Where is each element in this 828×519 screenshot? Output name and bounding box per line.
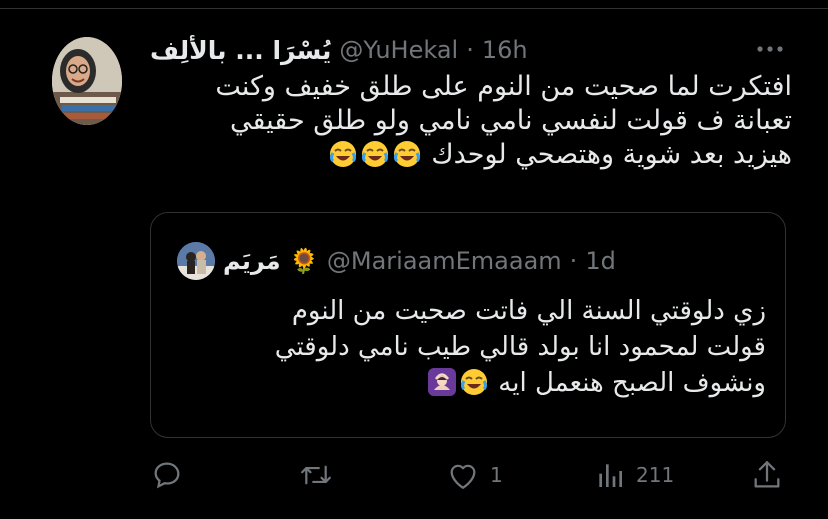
views-action[interactable]: 211 [594, 455, 674, 495]
tweet-text-line: افتكرت لما صحيت من النوم على طلق خفيف وك… [215, 71, 792, 102]
quoted-author-handle[interactable]: @MariaamEmaaam [327, 247, 562, 275]
tweet-text-line-content: هيزيد بعد شوية وهتصحي لوحدك [431, 139, 792, 170]
laughing-emoji-icon [327, 139, 359, 170]
tweet-text: افتكرت لما صحيت من النوم على طلق خفيف وك… [150, 70, 792, 172]
views-count: 211 [636, 463, 675, 487]
time-separator: · [466, 36, 474, 64]
heart-icon[interactable] [446, 459, 480, 491]
laughing-emoji-icon [458, 368, 490, 398]
reply-action[interactable] [150, 455, 194, 495]
tweet-actions: 1 211 [150, 455, 790, 495]
tweet-text-line: تعبانة ف قولت لنفسي نامي نامي ولو طلق حق… [229, 105, 792, 136]
tweet-time[interactable]: 16h [482, 36, 528, 64]
quoted-author-display-name[interactable]: مَريَم 🌻 [223, 247, 319, 275]
laughing-emoji-icon [391, 139, 423, 170]
author-handle[interactable]: @YuHekal [339, 36, 458, 64]
views-chart-icon[interactable] [594, 459, 626, 491]
like-action[interactable]: 1 [446, 455, 503, 495]
quoted-tweet-text: زي دلوقتي السنة الي فاتت صحيت من النوم ق… [171, 293, 766, 401]
person-gesturing-ok-emoji-icon [426, 368, 458, 398]
tweet-header: يُسْرَا ... بالألِف @YuHekal · 16h [150, 30, 750, 70]
quoted-time-separator: · [569, 247, 578, 275]
quoted-text-line-last: ونشوف الصبح هنعمل ايه [171, 365, 766, 401]
quoted-text-line: قولت لمحمود انا بولد قالي طيب نامي دلوقت… [274, 332, 766, 362]
like-count: 1 [490, 463, 503, 487]
quoted-text-line-content: ونشوف الصبح هنعمل ايه [498, 368, 766, 398]
share-action[interactable] [750, 455, 784, 495]
retweet-action[interactable] [298, 455, 344, 495]
top-divider [0, 8, 828, 9]
quoted-author-avatar[interactable] [177, 242, 215, 280]
retweet-icon[interactable] [298, 458, 334, 492]
reply-icon[interactable] [150, 458, 184, 492]
more-options-icon[interactable] [752, 38, 788, 60]
author-avatar[interactable] [52, 37, 122, 125]
quoted-tweet-time[interactable]: 1d [585, 247, 616, 275]
tweet-text-line-last: هيزيد بعد شوية وهتصحي لوحدك [150, 138, 792, 172]
quoted-tweet-header: مَريَم 🌻 @MariaamEmaaam · 1d [177, 241, 717, 281]
laughing-emoji-icon [359, 139, 391, 170]
quoted-tweet-card[interactable]: مَريَم 🌻 @MariaamEmaaam · 1d زي دلوقتي ا… [150, 212, 786, 438]
author-display-name[interactable]: يُسْرَا ... بالألِف [150, 36, 331, 65]
quoted-text-line: زي دلوقتي السنة الي فاتت صحيت من النوم [291, 296, 766, 326]
share-icon[interactable] [750, 458, 784, 492]
